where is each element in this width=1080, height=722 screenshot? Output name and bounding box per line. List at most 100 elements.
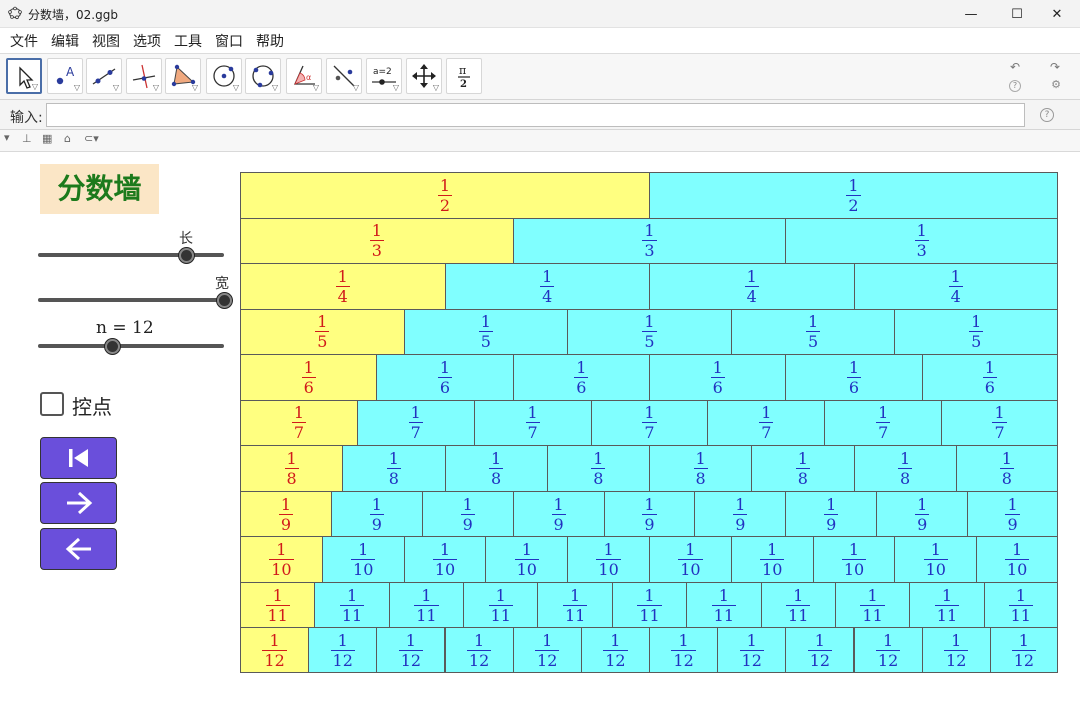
- menu-tools[interactable]: 工具: [174, 31, 202, 51]
- fraction-denominator: 8: [695, 469, 706, 489]
- fraction-label: 1 12: [330, 632, 355, 669]
- fraction-denominator: 10: [680, 560, 701, 580]
- fraction-denominator: 7: [994, 423, 1005, 443]
- fraction-cell: 15: [894, 308, 1058, 356]
- move-tool-button[interactable]: ▽: [6, 58, 42, 94]
- fraction-cell: 1 10: [567, 536, 650, 583]
- fraction-cell-highlighted: 16: [240, 354, 378, 401]
- fraction-numerator: 1: [848, 175, 859, 195]
- slider-n-knob[interactable]: [104, 339, 120, 354]
- fraction-denominator: 7: [878, 423, 889, 443]
- fraction-label: 1 11: [637, 587, 662, 625]
- axes-toggle-icon[interactable]: ⊥: [22, 132, 32, 145]
- svg-text:π: π: [459, 64, 466, 77]
- input-field[interactable]: [46, 103, 1025, 127]
- fraction-denominator: 9: [826, 514, 837, 534]
- fraction-label: 1 12: [875, 632, 901, 669]
- fraction-cell: 1 12: [649, 627, 719, 673]
- close-button[interactable]: ✕: [1034, 0, 1080, 28]
- slider-n-track[interactable]: [38, 344, 224, 348]
- fraction-label: 1 12: [262, 630, 287, 669]
- fraction-numerator: 1: [480, 312, 491, 332]
- geogebra-app-icon: [8, 6, 22, 20]
- fraction-denominator: 10: [516, 560, 537, 580]
- fraction-cell: 17: [356, 399, 475, 447]
- move-graphics-view-tool-button[interactable]: ▽: [406, 58, 442, 94]
- slider-length-track[interactable]: [38, 253, 224, 257]
- fraction-label: 1 12: [739, 632, 764, 669]
- stylebar-toggle-icon[interactable]: ▾: [4, 131, 10, 144]
- fraction-label: 1 11: [786, 587, 811, 624]
- fraction-cell: 13: [785, 217, 1058, 265]
- pi-tool-button[interactable]: π2: [446, 58, 482, 94]
- next-step-button[interactable]: [40, 482, 117, 524]
- control-points-checkbox[interactable]: [40, 392, 64, 416]
- fraction-numerator: 1: [337, 266, 348, 286]
- grid-toggle-icon[interactable]: ▦: [42, 132, 52, 145]
- window-title: 分数墙，02.ggb: [28, 8, 118, 22]
- perpendicular-line-tool-button[interactable]: ▽: [126, 58, 162, 94]
- menu-view[interactable]: 视图: [92, 31, 120, 51]
- polygon-tool-button[interactable]: ▽: [165, 58, 201, 94]
- fraction-numerator: 1: [1018, 630, 1029, 650]
- fraction-numerator: 1: [644, 494, 655, 514]
- fraction-denominator: 10: [762, 560, 783, 580]
- redo-button[interactable]: ↷: [1037, 60, 1073, 74]
- fraction-numerator: 1: [269, 630, 280, 650]
- fraction-cell-highlighted: 17: [240, 399, 358, 447]
- fraction-label: 1 12: [944, 632, 969, 669]
- fraction-denominator: 10: [843, 560, 865, 580]
- settings-button[interactable]: ⚙: [1050, 79, 1062, 92]
- menu-window[interactable]: 窗口: [215, 31, 243, 51]
- minimize-button[interactable]: —: [948, 0, 994, 28]
- fraction-label: 15: [315, 313, 330, 350]
- circle-center-point-tool-button[interactable]: ▽: [206, 58, 242, 94]
- fraction-cell: 1 12: [853, 627, 923, 673]
- toolbar-help-button[interactable]: ?: [1009, 80, 1021, 92]
- undo-button[interactable]: ↶: [997, 60, 1033, 74]
- menu-file[interactable]: 文件: [10, 31, 38, 51]
- fraction-label: 18: [284, 450, 299, 489]
- fraction-denominator: 5: [644, 332, 655, 352]
- slider-width-track[interactable]: [38, 298, 224, 302]
- home-view-icon[interactable]: ⌂: [64, 132, 71, 145]
- fraction-denominator: 4: [950, 286, 961, 306]
- fraction-numerator: 1: [761, 403, 772, 423]
- input-help-button[interactable]: ?: [1040, 108, 1054, 122]
- line-tool-button[interactable]: ▽: [86, 58, 122, 94]
- fraction-numerator: 1: [439, 540, 451, 560]
- fraction-label: 19: [733, 496, 748, 533]
- fraction-cell: 12: [649, 172, 1058, 219]
- angle-tool-button[interactable]: α ▽: [286, 58, 322, 94]
- fraction-cell: 15: [567, 308, 732, 356]
- circle-three-points-tool-button[interactable]: ▽: [245, 58, 281, 94]
- fraction-numerator: 1: [303, 357, 314, 377]
- fraction-denominator: 8: [286, 469, 297, 489]
- slider-width-knob[interactable]: [216, 293, 232, 308]
- fraction-denominator: 4: [542, 286, 553, 306]
- fraction-numerator: 1: [473, 630, 485, 650]
- fraction-cell: 1 11: [611, 581, 688, 629]
- first-step-button[interactable]: [40, 437, 117, 479]
- fraction-label: 13: [914, 222, 929, 259]
- previous-step-button[interactable]: [40, 528, 117, 570]
- fraction-label: 1 10: [596, 541, 621, 578]
- menu-edit[interactable]: 编辑: [51, 31, 79, 51]
- fraction-denominator: 8: [593, 469, 604, 489]
- slider-tool-button[interactable]: a=2 ▽: [366, 58, 402, 94]
- fraction-numerator: 1: [678, 630, 689, 650]
- fraction-numerator: 1: [521, 540, 532, 560]
- fraction-label: 19: [369, 496, 384, 533]
- fraction-cell: 1 10: [812, 536, 896, 583]
- reflect-tool-button[interactable]: ▽: [326, 58, 362, 94]
- fraction-denominator: 11: [639, 605, 660, 625]
- fraction-denominator: 11: [862, 605, 883, 625]
- point-capture-icon[interactable]: ⊂▾: [84, 132, 99, 145]
- menu-options[interactable]: 选项: [133, 31, 161, 51]
- point-tool-button[interactable]: A ▽: [47, 58, 83, 94]
- tool-menu-arrow-icon: ▽: [73, 83, 80, 92]
- menu-help[interactable]: 帮助: [256, 31, 284, 51]
- fraction-cell: 19: [876, 490, 969, 538]
- fraction-cell: 18: [342, 445, 446, 492]
- fraction-cell: 16: [921, 354, 1058, 401]
